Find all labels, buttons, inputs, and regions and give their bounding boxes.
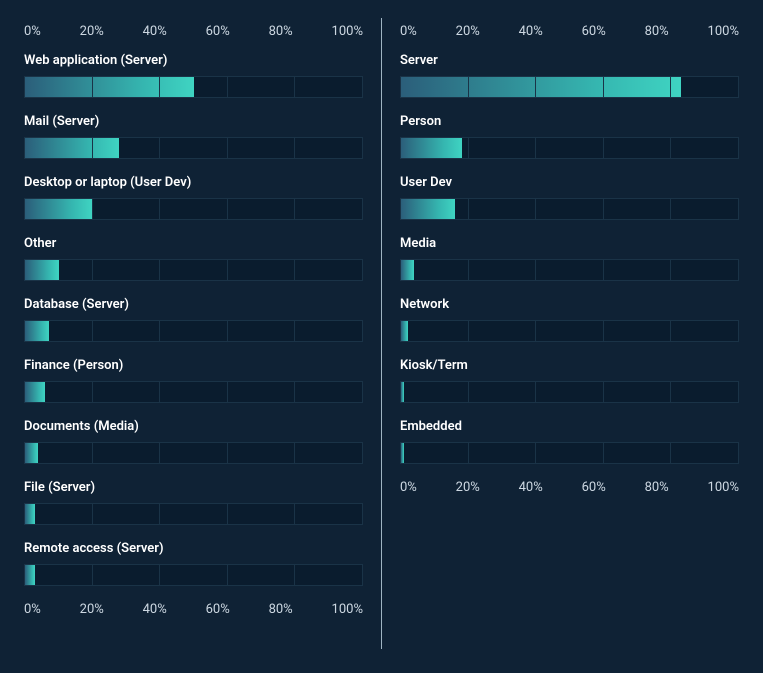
bar-fill <box>401 138 462 158</box>
bar-fill <box>25 77 194 97</box>
tick: 100% <box>332 24 363 39</box>
bar-fill <box>25 199 92 219</box>
bar-fill <box>401 321 408 341</box>
chart-right: 0% 20% 40% 60% 80% 100% Server Person User… <box>382 18 739 649</box>
bar-label: Person <box>400 114 739 129</box>
bar-track <box>24 259 363 281</box>
bar-track <box>24 442 363 464</box>
bar-track <box>400 198 739 220</box>
bar-label: Embedded <box>400 419 739 434</box>
bar-track <box>400 137 739 159</box>
tick: 100% <box>708 24 739 39</box>
bar-fill <box>25 138 119 158</box>
bar-track <box>24 320 363 342</box>
axis-bottom-left: 0% 20% 40% 60% 80% 100% <box>24 602 363 617</box>
bar-track <box>400 442 739 464</box>
bar-fill <box>25 565 35 585</box>
axis-top-right: 0% 20% 40% 60% 80% 100% <box>400 24 739 39</box>
bar-item: Other <box>24 236 363 281</box>
bar-track <box>400 76 739 98</box>
tick: 20% <box>456 24 480 39</box>
bars-right: Server Person User Dev Media Network Kiosk/Te… <box>400 53 739 464</box>
bar-label: Finance (Person) <box>24 358 363 373</box>
chart-left: 0% 20% 40% 60% 80% 100% Web application … <box>24 18 382 649</box>
bar-track <box>24 198 363 220</box>
bar-label: Database (Server) <box>24 297 363 312</box>
bar-label: Web application (Server) <box>24 53 363 68</box>
bar-label: Documents (Media) <box>24 419 363 434</box>
bar-item: Documents (Media) <box>24 419 363 464</box>
bar-label: Media <box>400 236 739 251</box>
tick: 60% <box>582 480 606 495</box>
tick: 60% <box>582 24 606 39</box>
bar-fill <box>25 382 45 402</box>
tick: 60% <box>206 24 230 39</box>
bar-track <box>24 503 363 525</box>
tick: 20% <box>456 480 480 495</box>
axis-bottom-right: 0% 20% 40% 60% 80% 100% <box>400 480 739 495</box>
tick: 0% <box>400 24 417 39</box>
bar-item: Mail (Server) <box>24 114 363 159</box>
bar-item: User Dev <box>400 175 739 220</box>
bar-item: File (Server) <box>24 480 363 525</box>
axis-top-left: 0% 20% 40% 60% 80% 100% <box>24 24 363 39</box>
bar-label: Remote access (Server) <box>24 541 363 556</box>
tick: 0% <box>24 24 41 39</box>
bar-item: Media <box>400 236 739 281</box>
bar-item: Embedded <box>400 419 739 464</box>
tick: 80% <box>645 480 669 495</box>
bar-track <box>400 259 739 281</box>
bar-track <box>400 381 739 403</box>
bar-fill <box>25 504 35 524</box>
bar-item: Finance (Person) <box>24 358 363 403</box>
bar-item: Network <box>400 297 739 342</box>
bar-fill <box>401 443 404 463</box>
bar-track <box>24 381 363 403</box>
bar-item: Server <box>400 53 739 98</box>
bar-track <box>24 76 363 98</box>
bar-label: File (Server) <box>24 480 363 495</box>
bar-track <box>24 564 363 586</box>
bar-fill <box>25 260 59 280</box>
bar-fill <box>401 77 681 97</box>
tick: 0% <box>400 480 417 495</box>
charts-container: 0% 20% 40% 60% 80% 100% Web application … <box>0 0 763 673</box>
tick: 40% <box>143 24 167 39</box>
bar-fill <box>401 260 414 280</box>
bar-fill <box>401 382 404 402</box>
tick: 80% <box>269 24 293 39</box>
tick: 0% <box>24 602 41 617</box>
bar-fill <box>25 321 49 341</box>
tick: 20% <box>80 602 104 617</box>
bar-fill <box>25 443 38 463</box>
bar-label: Kiosk/Term <box>400 358 739 373</box>
tick: 80% <box>645 24 669 39</box>
bar-track <box>400 320 739 342</box>
bar-item: Desktop or laptop (User Dev) <box>24 175 363 220</box>
bar-item: Web application (Server) <box>24 53 363 98</box>
tick: 100% <box>332 602 363 617</box>
bar-label: Server <box>400 53 739 68</box>
tick: 40% <box>519 24 543 39</box>
bars-left: Web application (Server) Mail (Server) Des… <box>24 53 363 586</box>
bar-fill <box>401 199 455 219</box>
tick: 40% <box>143 602 167 617</box>
tick: 80% <box>269 602 293 617</box>
bar-item: Remote access (Server) <box>24 541 363 586</box>
tick: 100% <box>708 480 739 495</box>
bar-item: Person <box>400 114 739 159</box>
bar-label: User Dev <box>400 175 739 190</box>
bar-item: Database (Server) <box>24 297 363 342</box>
tick: 20% <box>80 24 104 39</box>
bar-item: Kiosk/Term <box>400 358 739 403</box>
bar-label: Network <box>400 297 739 312</box>
tick: 40% <box>519 480 543 495</box>
bar-label: Mail (Server) <box>24 114 363 129</box>
bar-label: Desktop or laptop (User Dev) <box>24 175 363 190</box>
tick: 60% <box>206 602 230 617</box>
bar-label: Other <box>24 236 363 251</box>
bar-track <box>24 137 363 159</box>
